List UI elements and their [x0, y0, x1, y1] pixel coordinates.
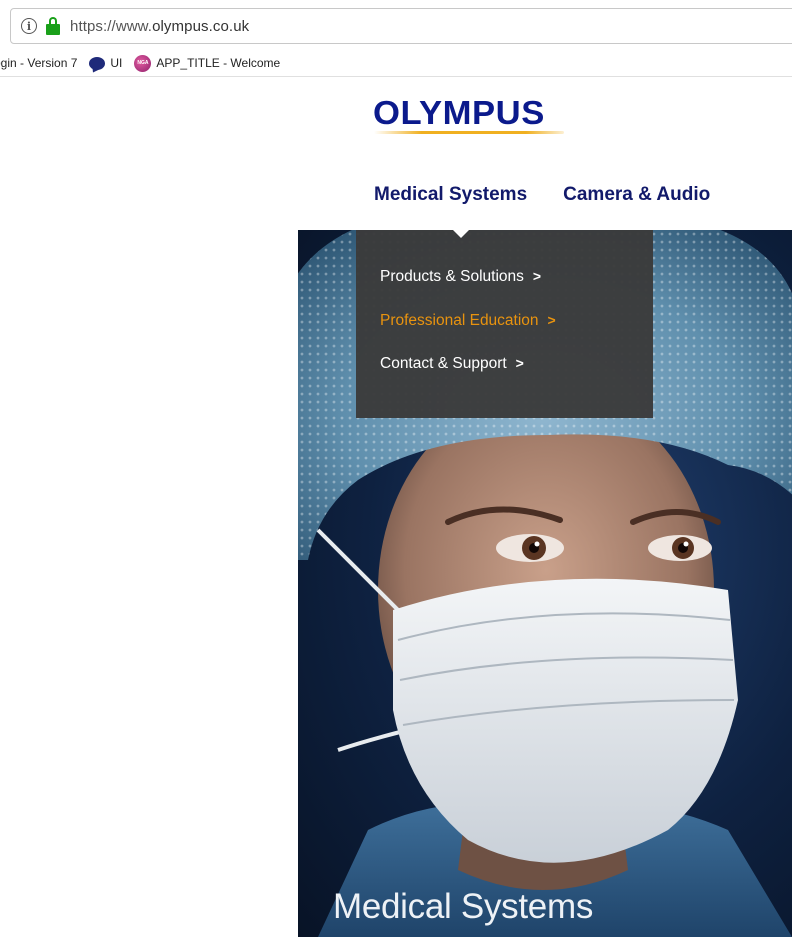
menu-item-label: Products & Solutions	[380, 268, 524, 285]
menu-item-products-solutions[interactable]: Products & Solutions >	[380, 268, 653, 312]
url-text[interactable]: https://www.olympus.co.uk	[70, 18, 249, 35]
bookmark-app-title[interactable]: NGA APP_TITLE - Welcome	[134, 54, 281, 72]
hero-title: Medical Systems	[333, 887, 594, 926]
dropdown-caret	[452, 229, 470, 238]
app-badge-icon: NGA	[134, 54, 152, 72]
bookmark-label: ogin - Version 7	[0, 56, 78, 70]
menu-item-contact-support[interactable]: Contact & Support >	[380, 355, 653, 399]
url-scheme: https://www.	[70, 17, 153, 35]
bookmarks-bar: ogin - Version 7 UI NGA APP_TITLE - Welc…	[0, 50, 792, 77]
bookmark-label: UI	[110, 56, 123, 70]
medical-systems-dropdown: Products & Solutions > Professional Educa…	[356, 230, 653, 418]
menu-item-label: Contact & Support	[380, 355, 507, 372]
bookmark-ui[interactable]: UI	[89, 56, 122, 70]
nav-medical-systems[interactable]: Medical Systems	[374, 184, 527, 206]
menu-item-professional-education[interactable]: Professional Education >	[380, 312, 653, 356]
lock-icon[interactable]	[46, 17, 60, 35]
chevron-right-icon: >	[547, 311, 556, 328]
chat-bubble-icon	[89, 56, 106, 70]
main-nav: Medical Systems Camera & Audio	[374, 184, 746, 206]
address-bar[interactable]: i https://www.olympus.co.uk	[10, 8, 792, 44]
menu-item-label: Professional Education	[380, 311, 539, 329]
bookmark-login[interactable]: ogin - Version 7	[0, 56, 77, 70]
nav-camera-audio[interactable]: Camera & Audio	[563, 184, 710, 206]
chevron-right-icon: >	[515, 355, 524, 371]
url-host: olympus.co.uk	[152, 17, 250, 35]
logo-swoosh	[374, 131, 564, 134]
bookmark-label: APP_TITLE - Welcome	[156, 56, 281, 70]
chevron-right-icon: >	[532, 268, 542, 284]
info-icon[interactable]: i	[21, 18, 37, 34]
olympus-logo[interactable]: OLYMPUS	[373, 94, 545, 132]
